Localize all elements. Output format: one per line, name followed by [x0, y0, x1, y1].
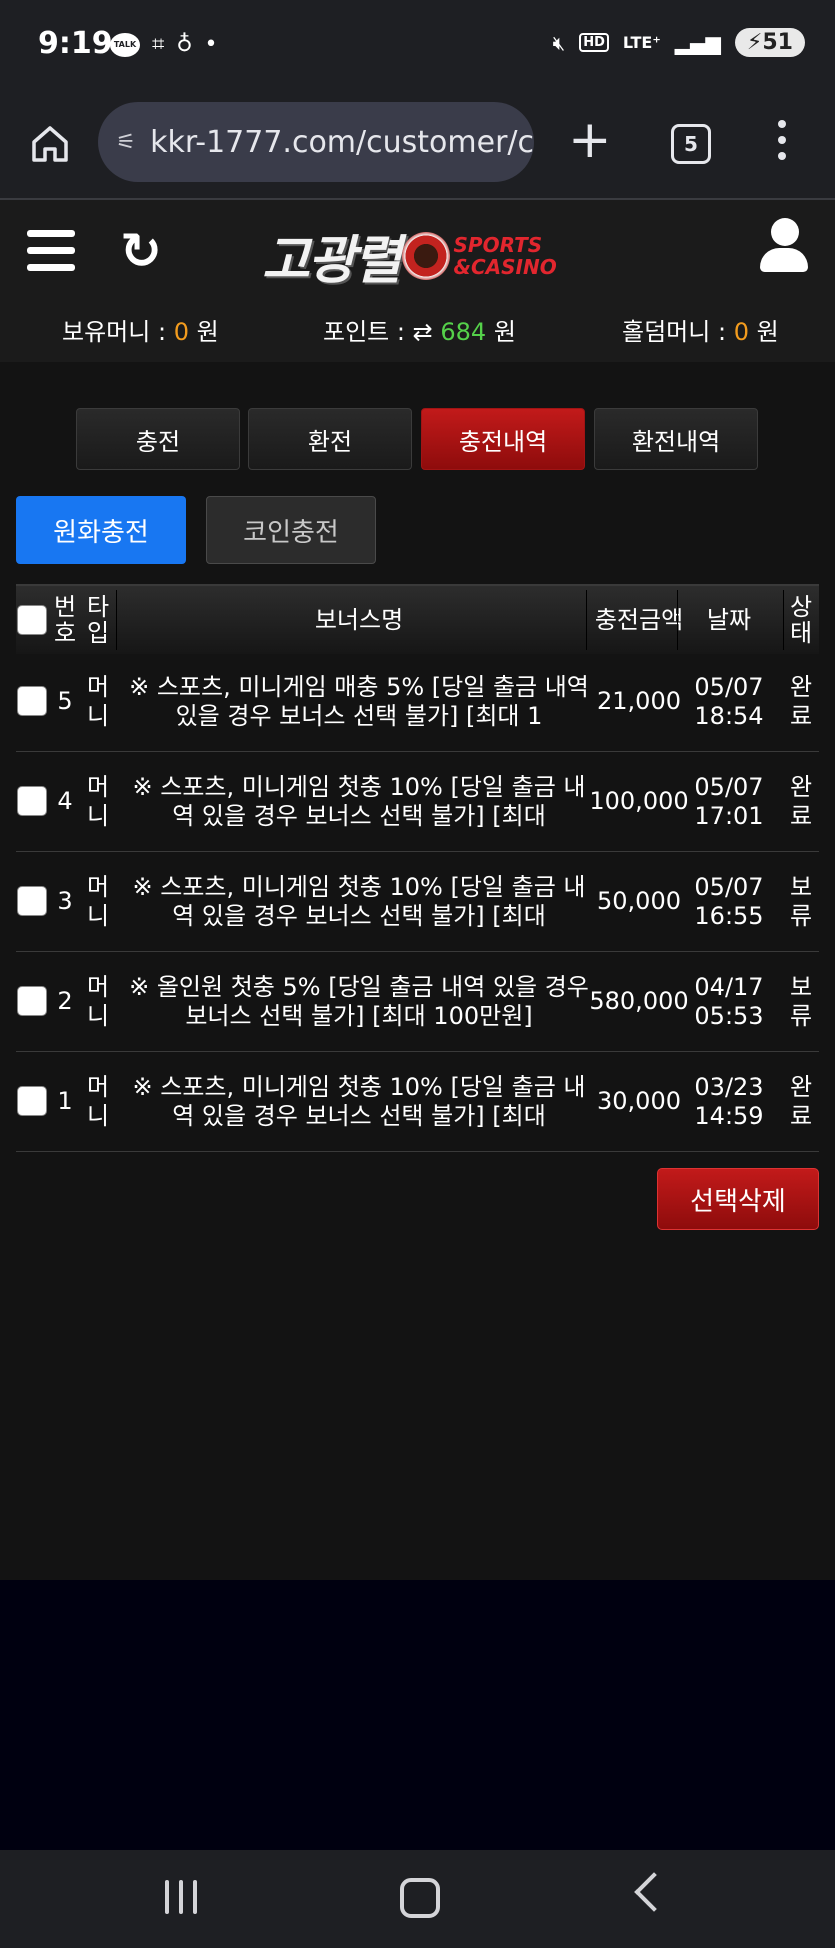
notification-icons: TALK ⌗ ♁ •: [110, 32, 218, 57]
user-profile-icon[interactable]: [760, 218, 810, 272]
row-status: 보 류: [789, 872, 813, 930]
row-date: 04/17 05:53: [694, 972, 764, 1030]
main-content: 충전 환전 충전내역 환전내역 원화충전 코인충전 번 호 타 입 보너스명 충…: [0, 362, 835, 1580]
header-date: 날짜: [706, 606, 752, 634]
table-row[interactable]: 2 머 니 ※ 올인원 첫충 5% [당일 출금 내역 있을 경우 보너스 선택…: [16, 952, 819, 1052]
address-bar[interactable]: ⚟ kkr-1777.com/customer/c: [98, 102, 534, 182]
table-row[interactable]: 5 머 니 ※ 스포츠, 미니게임 매충 5% [당일 출금 내역 있을 경우 …: [16, 652, 819, 752]
status-bar: 9:19 TALK ⌗ ♁ • 🔇︎ HD LTE⁺ ▂▄▆ ⚡51: [0, 0, 835, 92]
site-settings-icon[interactable]: ⚟: [116, 130, 138, 155]
header-status: 상 태: [789, 593, 813, 647]
holdem-money: 홀덤머니 : 0 원: [622, 318, 779, 346]
row-date: 03/23 14:59: [694, 1072, 764, 1130]
header-type: 타 입: [86, 593, 110, 647]
row-number: 4: [57, 787, 73, 815]
row-checkbox[interactable]: [17, 1086, 47, 1116]
row-status: 완 료: [789, 672, 813, 730]
screenshot-icon: ⌗: [152, 32, 165, 57]
tab-deposit[interactable]: 충전: [76, 408, 240, 470]
signal-icon: ▂▄▆: [674, 30, 721, 55]
row-number: 2: [57, 987, 73, 1015]
row-type: 머 니: [86, 772, 110, 830]
select-all-checkbox[interactable]: [17, 605, 47, 635]
menu-icon[interactable]: [27, 230, 75, 272]
row-number: 3: [57, 887, 73, 915]
notification-icon: ♁: [176, 32, 193, 57]
row-checkbox[interactable]: [17, 986, 47, 1016]
site-header: ↻ 고광렬 SPORTS &CASINO 보유머니 : 0 원 포인트 : ⇄ 6…: [0, 200, 835, 362]
balance-money: 보유머니 : 0 원: [62, 318, 219, 346]
more-menu-icon[interactable]: [776, 120, 788, 168]
row-type: 머 니: [86, 672, 110, 730]
row-bonus-name: ※ 스포츠, 미니게임 매충 5% [당일 출금 내역 있을 경우 보너스 선택…: [129, 672, 589, 730]
talk-icon: TALK: [110, 32, 140, 57]
refresh-icon[interactable]: ↻: [120, 222, 162, 280]
table-row[interactable]: 3 머 니 ※ 스포츠, 미니게임 첫충 10% [당일 출금 내역 있을 경우…: [16, 852, 819, 952]
table-row[interactable]: 4 머 니 ※ 스포츠, 미니게임 첫충 10% [당일 출금 내역 있을 경우…: [16, 752, 819, 852]
row-type: 머 니: [86, 1072, 110, 1130]
system-icons: 🔇︎ HD LTE⁺ ▂▄▆ ⚡51: [553, 28, 805, 57]
home-icon[interactable]: [28, 122, 72, 166]
browser-toolbar: ⚟ kkr-1777.com/customer/c + 5: [0, 92, 835, 200]
subtab-krw-deposit[interactable]: 원화충전: [16, 496, 186, 564]
navigation-bar: [0, 1850, 835, 1948]
tab-withdraw-history[interactable]: 환전내역: [594, 408, 758, 470]
site-logo[interactable]: 고광렬 SPORTS &CASINO: [262, 218, 557, 293]
row-status: 보 류: [789, 972, 813, 1030]
row-checkbox[interactable]: [17, 886, 47, 916]
delete-selected-button[interactable]: 선택삭제: [657, 1168, 819, 1230]
row-bonus-name: ※ 올인원 첫충 5% [당일 출금 내역 있을 경우 보너스 선택 불가] […: [129, 972, 589, 1030]
back-icon[interactable]: [634, 1872, 674, 1912]
row-status: 완 료: [789, 1072, 813, 1130]
new-tab-icon[interactable]: +: [568, 114, 612, 166]
row-number: 1: [57, 1087, 73, 1115]
row-checkbox[interactable]: [17, 786, 47, 816]
recent-apps-icon[interactable]: [165, 1880, 197, 1914]
more-notifications-dot-icon: •: [204, 32, 218, 57]
row-type: 머 니: [86, 972, 110, 1030]
row-date: 05/07 18:54: [694, 672, 764, 730]
battery-icon: ⚡51: [734, 28, 805, 57]
header-bonus-name: 보너스명: [314, 606, 404, 634]
tab-withdraw[interactable]: 환전: [248, 408, 412, 470]
hd-icon: HD: [579, 33, 609, 52]
tab-switcher-button[interactable]: 5: [671, 124, 711, 164]
lte-icon: LTE⁺: [622, 33, 661, 52]
table-row[interactable]: 1 머 니 ※ 스포츠, 미니게임 첫충 10% [당일 출금 내역 있을 경우…: [16, 1052, 819, 1152]
clock: 9:19: [38, 26, 113, 61]
logo-text: 고광렬: [262, 231, 402, 291]
row-type: 머 니: [86, 872, 110, 930]
casino-chip-icon: [401, 231, 450, 280]
logo-subtitle: SPORTS &CASINO: [453, 232, 557, 279]
tab-deposit-history[interactable]: 충전내역: [421, 408, 585, 470]
row-checkbox[interactable]: [17, 686, 47, 716]
home-button-icon[interactable]: [400, 1878, 440, 1918]
row-bonus-name: ※ 스포츠, 미니게임 첫충 10% [당일 출금 내역 있을 경우 보너스 선…: [132, 772, 586, 830]
row-bonus-name: ※ 스포츠, 미니게임 첫충 10% [당일 출금 내역 있을 경우 보너스 선…: [132, 1072, 586, 1130]
row-status: 완 료: [789, 772, 813, 830]
row-number: 5: [57, 687, 73, 715]
exchange-icon: ⇄: [412, 318, 433, 346]
row-bonus-name: ※ 스포츠, 미니게임 첫충 10% [당일 출금 내역 있을 경우 보너스 선…: [132, 872, 586, 930]
header-number: 번 호: [53, 593, 77, 647]
subtab-coin-deposit[interactable]: 코인충전: [206, 496, 376, 564]
mute-icon: 🔇︎: [552, 30, 566, 55]
url-text[interactable]: kkr-1777.com/customer/c: [150, 125, 534, 160]
point-balance[interactable]: 포인트 : ⇄ 684 원: [323, 312, 516, 347]
row-date: 05/07 16:55: [694, 872, 764, 930]
table-header: 번 호 타 입 보너스명 충전금액 날짜 상 태: [16, 584, 819, 654]
row-date: 05/07 17:01: [694, 772, 764, 830]
